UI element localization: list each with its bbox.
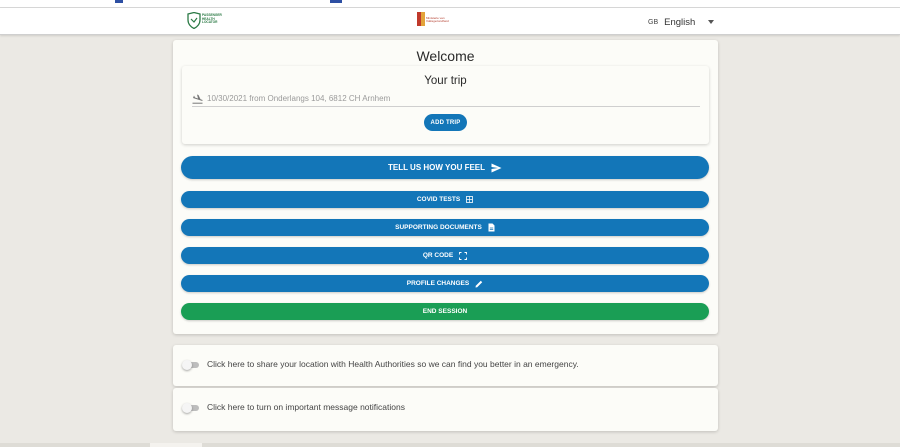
feel-button-label: TELL US HOW YOU FEEL bbox=[387, 163, 486, 172]
language-selector[interactable]: GB English bbox=[648, 14, 715, 30]
chevron-down-icon bbox=[708, 20, 715, 24]
test-grid-icon bbox=[466, 196, 474, 203]
notifications-toggle-card: Click here to turn on important message … bbox=[173, 388, 718, 431]
toggle-knob bbox=[182, 403, 192, 413]
document-icon bbox=[488, 223, 495, 232]
language-name: English bbox=[664, 16, 696, 28]
browser-bottom-strip bbox=[0, 443, 900, 447]
covid-button-label: COVID TESTS bbox=[416, 196, 461, 203]
add-trip-button[interactable]: ADD TRIP bbox=[424, 114, 467, 131]
end-session-button[interactable]: END SESSION bbox=[181, 303, 709, 320]
trip-entry-text: 10/30/2021 from Onderlangs 104, 6812 CH … bbox=[207, 94, 391, 103]
notifications-toggle[interactable] bbox=[182, 403, 199, 413]
profile-changes-button[interactable]: PROFILE CHANGES bbox=[181, 275, 709, 292]
ministry-logo: Ministerie van Volksgezondheid bbox=[416, 11, 449, 32]
trip-title: Your trip bbox=[424, 75, 467, 87]
notifications-toggle-label: Click here to turn on important message … bbox=[207, 402, 405, 412]
location-toggle-card: Click here to share your location with H… bbox=[173, 345, 718, 386]
browser-top-strip bbox=[0, 0, 900, 8]
location-toggle-label: Click here to share your location with H… bbox=[207, 359, 579, 369]
profile-button-label: PROFILE CHANGES bbox=[406, 280, 470, 287]
bottom-strip-mark bbox=[150, 443, 202, 447]
qr-scan-icon bbox=[459, 251, 468, 260]
supporting-documents-button[interactable]: SUPPORTING DOCUMENTS bbox=[181, 219, 709, 236]
top-strip-mark bbox=[115, 0, 123, 3]
left-logo-text: PASSENGER HEALTH LOCATOR bbox=[202, 13, 222, 25]
top-strip-mark bbox=[330, 0, 342, 3]
center-logo-text: Ministerie van Volksgezondheid bbox=[426, 16, 449, 24]
pencil-icon bbox=[475, 280, 483, 288]
tell-us-how-you-feel-button[interactable]: TELL US HOW YOU FEEL bbox=[181, 156, 709, 179]
covid-tests-button[interactable]: COVID TESTS bbox=[181, 191, 709, 208]
qr-code-button[interactable]: QR CODE bbox=[181, 247, 709, 264]
shield-logo-icon bbox=[187, 12, 201, 29]
app-header: PASSENGER HEALTH LOCATOR Ministerie van … bbox=[0, 8, 900, 35]
language-code: GB bbox=[648, 18, 659, 26]
qr-button-label: QR CODE bbox=[422, 252, 454, 259]
trip-card: Your trip 10/30/2021 from Onderlangs 104… bbox=[182, 66, 709, 144]
trip-entry[interactable]: 10/30/2021 from Onderlangs 104, 6812 CH … bbox=[192, 93, 700, 107]
location-toggle[interactable] bbox=[182, 360, 199, 370]
ministry-emblem-icon bbox=[417, 12, 425, 26]
documents-button-label: SUPPORTING DOCUMENTS bbox=[395, 224, 482, 231]
app-logo[interactable]: PASSENGER HEALTH LOCATOR bbox=[187, 11, 227, 31]
toggle-knob bbox=[182, 360, 192, 370]
send-icon bbox=[491, 163, 502, 173]
airplane-icon bbox=[192, 94, 203, 104]
page-title: Welcome bbox=[416, 48, 475, 64]
